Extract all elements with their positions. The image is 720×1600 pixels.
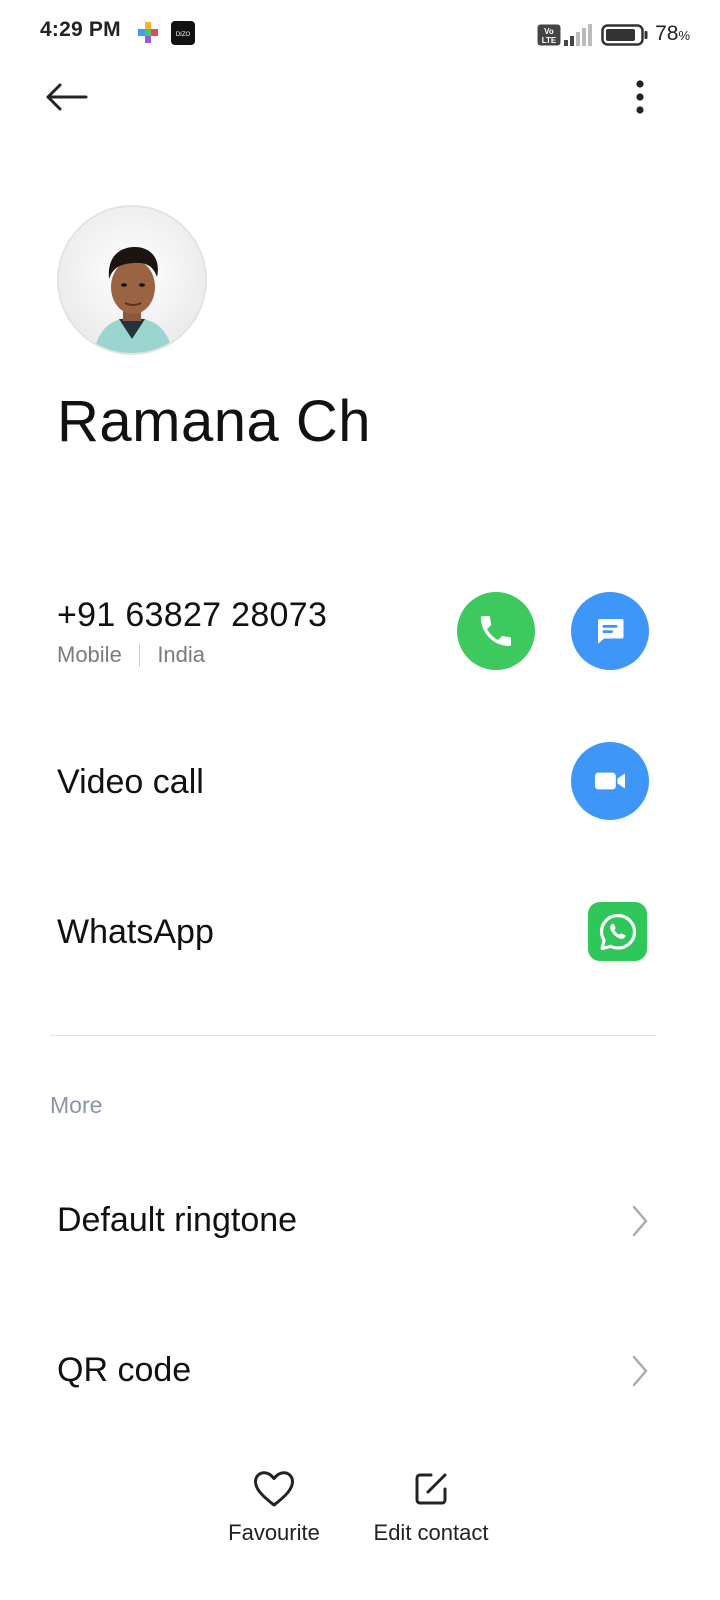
message-icon (598, 619, 624, 644)
dizo-app-icon: DIZO (171, 21, 195, 50)
divider (50, 1035, 656, 1036)
colorful-app-icon (138, 22, 158, 49)
whatsapp-icon (599, 913, 636, 950)
more-section-title: More (50, 1092, 103, 1118)
whatsapp-button[interactable] (588, 902, 647, 961)
edit-contact-button[interactable]: Edit contact (362, 1470, 500, 1546)
default-ringtone-row[interactable]: Default ringtone (0, 1170, 720, 1270)
meta-separator (138, 643, 141, 667)
heart-icon (254, 1471, 294, 1507)
edit-contact-label: Edit contact (373, 1520, 489, 1545)
qr-code-row[interactable]: QR code (0, 1320, 720, 1420)
more-options-button[interactable] (618, 72, 662, 122)
whatsapp-label[interactable]: WhatsApp (57, 913, 214, 952)
chevron-right-icon (632, 1205, 648, 1237)
phone-number[interactable]: +91 63827 28073 (57, 596, 327, 635)
edit-icon (415, 1473, 447, 1505)
default-ringtone-label: Default ringtone (57, 1201, 298, 1239)
video-camera-icon (595, 772, 625, 790)
favourite-button[interactable]: Favourite (214, 1470, 334, 1546)
status-time: 4:29 PM (40, 18, 121, 41)
contact-name: Ramana Ch (57, 389, 371, 454)
arrow-left-icon (46, 83, 88, 111)
back-button[interactable] (38, 72, 94, 122)
phone-meta: Mobile India (57, 642, 205, 668)
volte-icon: Vo LTE (537, 24, 561, 51)
dizo-text: DIZO (176, 32, 191, 38)
battery-percent: 78% (655, 22, 690, 45)
phone-region: India (157, 642, 206, 667)
battery-icon (601, 24, 649, 51)
avatar[interactable] (57, 205, 207, 355)
svg-text:LTE: LTE (542, 36, 557, 45)
video-call-label[interactable]: Video call (57, 763, 204, 802)
signal-icon (564, 24, 592, 51)
more-vertical-icon (636, 80, 644, 114)
phone-type: Mobile (57, 642, 122, 667)
video-call-button[interactable] (571, 742, 649, 820)
call-button[interactable] (457, 592, 535, 670)
message-button[interactable] (571, 592, 649, 670)
profile-photo (59, 207, 205, 353)
phone-icon (481, 616, 511, 646)
favourite-label: Favourite (228, 1520, 320, 1545)
svg-text:Vo: Vo (544, 27, 554, 36)
chevron-right-icon (632, 1355, 648, 1387)
qr-code-label: QR code (57, 1351, 192, 1389)
